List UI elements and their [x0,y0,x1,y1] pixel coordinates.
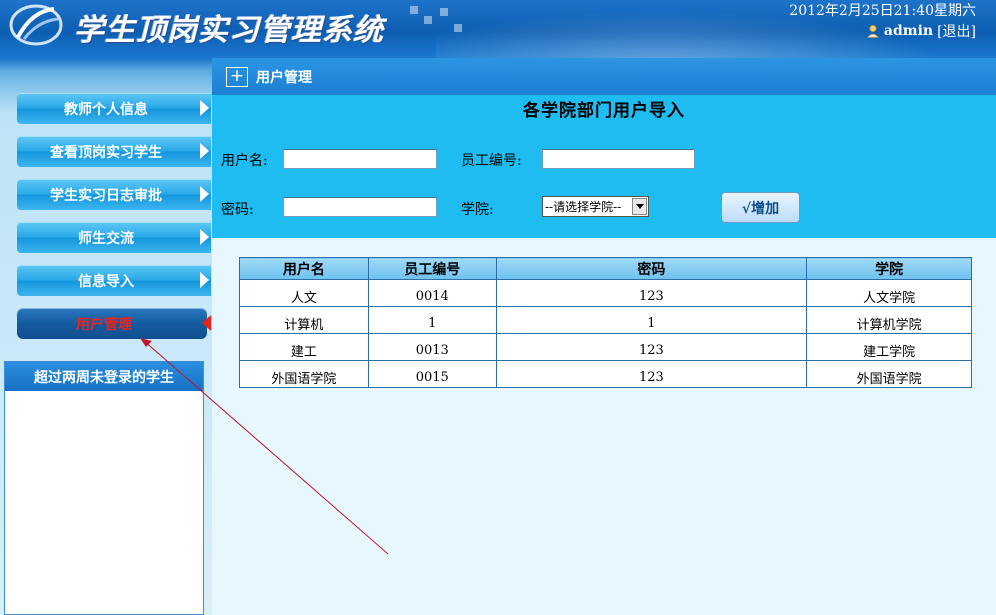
college-select-value: --请选择学院-- [545,200,622,214]
column-header-username: 用户名 [239,257,369,280]
table-row: 计算机 1 1 计算机学院 [239,306,972,334]
cell-employee-id: 0014 [367,279,497,307]
college-select[interactable]: --请选择学院-- [542,196,649,217]
user-icon [866,24,880,38]
logout-link[interactable]: [退出] [937,21,976,41]
form-title: 各学院部门用户导入 [523,101,685,121]
chevron-right-icon [200,272,209,288]
cell-username: 计算机 [239,306,369,334]
cell-password: 123 [495,333,808,361]
users-table: 用户名 员工编号 密码 学院 人文 0014 123 人文学院 计算机 1 1 … [239,257,972,388]
sidebar-item-log-approval[interactable]: 学生实习日志审批 [17,179,211,210]
chevron-left-icon [202,315,211,331]
app-title: 学生顶岗实习管理系统 [74,13,384,48]
username-label: 用户名: [221,153,268,169]
sidebar-item-label: 查看顶岗实习学生 [50,144,162,161]
expand-icon[interactable]: + [226,66,248,87]
sidebar-item-communication[interactable]: 师生交流 [17,222,211,253]
cell-username: 外国语学院 [239,360,369,388]
table-row: 建工 0013 123 建工学院 [239,333,972,361]
cell-employee-id: 1 [367,306,497,334]
chevron-down-icon [632,198,647,215]
username-label: admin [883,23,934,39]
sidebar-item-label: 师生交流 [78,230,134,247]
add-button[interactable]: √增加 [721,192,800,223]
sidebar-item-user-management[interactable]: 用户管理 [17,308,211,339]
table-header-row: 用户名 员工编号 密码 学院 [239,257,972,280]
college-label: 学院: [461,202,494,218]
app-logo [9,4,63,46]
table-row: 人文 0014 123 人文学院 [239,279,972,307]
section-titlebar: + 用户管理 [212,58,996,95]
column-header-college: 学院 [806,257,972,280]
sidebar-item-label: 用户管理 [76,316,132,333]
password-label: 密码: [221,202,254,218]
cell-username: 建工 [239,333,369,361]
sidebar-top-band [0,58,212,70]
chevron-right-icon [200,186,209,202]
column-header-password: 密码 [495,257,808,280]
sidebar-item-teacher-info[interactable]: 教师个人信息 [17,93,211,124]
table-row: 外国语学院 0015 123 外国语学院 [239,360,972,388]
sidebar-item-label: 信息导入 [78,273,134,290]
user-box: admin [退出] [866,21,976,41]
username-input[interactable] [283,149,437,169]
employee-id-input[interactable] [542,149,695,169]
cell-college: 人文学院 [806,279,972,307]
chevron-right-icon [200,229,209,245]
app-header: 学生顶岗实习管理系统 2012年2月25日21:40星期六 admin [退出] [0,0,996,58]
main-content: + 用户管理 各学院部门用户导入 用户名: 员工编号: 密码: 学院: --请选… [212,58,996,615]
import-form: 各学院部门用户导入 用户名: 员工编号: 密码: 学院: --请选择学院-- √… [212,95,996,238]
chevron-right-icon [200,100,209,116]
cell-college: 计算机学院 [806,306,972,334]
sidebar-item-label: 教师个人信息 [64,101,148,118]
cell-username: 人文 [239,279,369,307]
employee-id-label: 员工编号: [461,153,522,169]
sidebar-item-view-interns[interactable]: 查看顶岗实习学生 [17,136,211,167]
chevron-right-icon [200,143,209,159]
cell-college: 建工学院 [806,333,972,361]
sidebar: 教师个人信息 查看顶岗实习学生 学生实习日志审批 师生交流 信息导入 用户管理 … [0,58,212,615]
cell-employee-id: 0015 [367,360,497,388]
cell-password: 123 [495,279,808,307]
sidebar-item-info-import[interactable]: 信息导入 [17,265,211,296]
datetime-display: 2012年2月25日21:40星期六 [789,3,976,19]
cell-password: 1 [495,306,808,334]
section-title: 用户管理 [256,69,312,86]
column-header-employee-id: 员工编号 [367,257,497,280]
cell-password: 123 [495,360,808,388]
password-input[interactable] [283,197,437,217]
inactive-students-panel: 超过两周未登录的学生 [4,361,204,615]
sidebar-item-label: 学生实习日志审批 [50,187,162,204]
inactive-students-panel-title: 超过两周未登录的学生 [5,362,203,391]
cell-employee-id: 0013 [367,333,497,361]
header-decoration [410,6,470,46]
cell-college: 外国语学院 [806,360,972,388]
